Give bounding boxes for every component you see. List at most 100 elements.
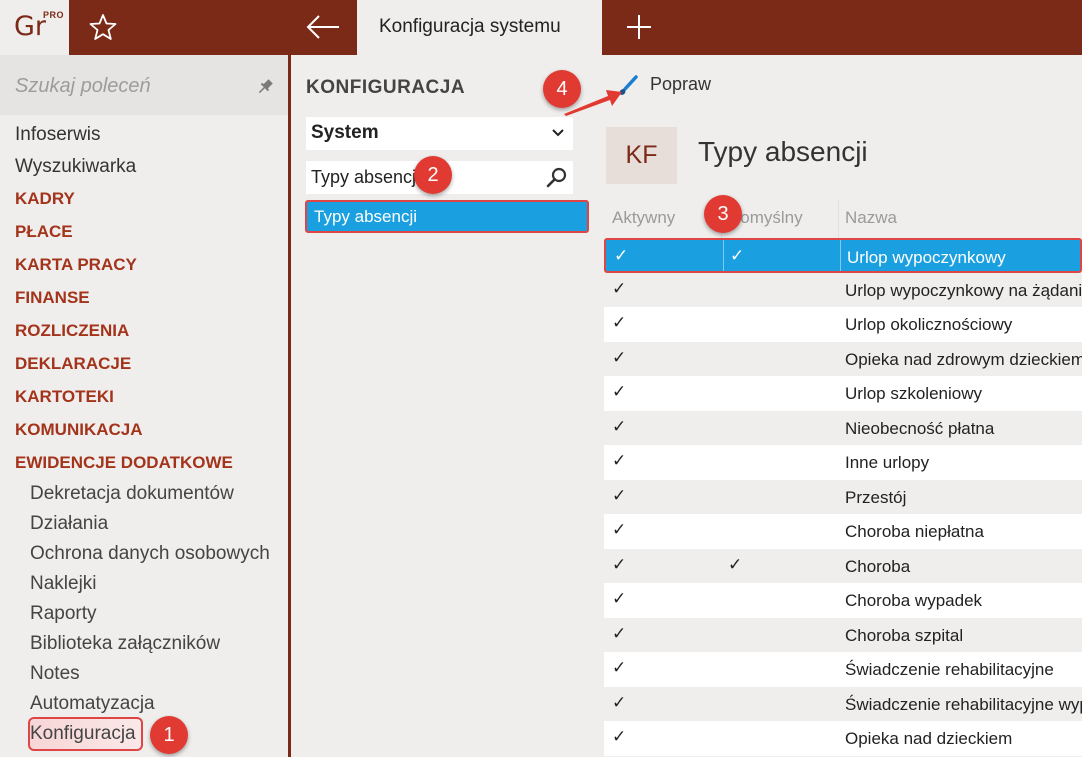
active-check-icon: ✓ xyxy=(612,520,627,539)
absence-types-table: Aktywny Domyślny Nazwa ✓ ✓ Urlop wypoczynk… xyxy=(604,200,1082,757)
row-name: Przestój xyxy=(845,487,907,507)
avatar-initials: KF xyxy=(625,141,658,169)
star-icon[interactable] xyxy=(88,12,118,42)
table-row[interactable]: ✓ Przestój xyxy=(604,479,1082,514)
sidebar-item-biblioteka-zalacznikow[interactable]: Biblioteka załączników xyxy=(30,633,220,655)
default-check-icon: ✓ xyxy=(730,246,745,265)
row-name: Choroba szpital xyxy=(845,625,964,645)
row-name: Opieka nad zdrowym dzieckiem xyxy=(845,349,1082,369)
sidebar-item-raporty[interactable]: Raporty xyxy=(30,603,97,625)
top-bar: Gr PRO Konfiguracja systemu xyxy=(0,0,1082,55)
sidebar-item-dzialania[interactable]: Działania xyxy=(30,513,108,535)
row-name: Urlop szkoleniowy xyxy=(845,384,982,403)
row-name: Świadczenie rehabilitacyjne wypadek xyxy=(845,694,1082,714)
table-row[interactable]: ✓ Choroba wypadek xyxy=(604,583,1082,618)
sidebar-item-dekretacja-dokumentow[interactable]: Dekretacja dokumentów xyxy=(30,483,234,505)
table-row[interactable]: ✓ Świadczenie rehabilitacyjne wypadek xyxy=(604,686,1082,721)
sidebar-section-deklaracje[interactable]: DEKLARACJE xyxy=(15,354,131,374)
chevron-down-icon xyxy=(552,129,564,137)
page-header: KF Typy absencji xyxy=(590,113,1082,195)
table-row[interactable]: ✓ ✓ Choroba xyxy=(604,548,1082,583)
module-dropdown[interactable]: System xyxy=(306,117,573,150)
list-item-label: Typy absencji xyxy=(314,207,417,226)
back-arrow-icon[interactable] xyxy=(304,12,342,42)
content-panel: Popraw KF Typy absencji Aktywny Domyślny… xyxy=(590,55,1082,757)
table-row[interactable]: ✓ Choroba niepłatna xyxy=(604,514,1082,549)
row-name: Urlop wypoczynkowy xyxy=(847,248,1006,267)
table-row[interactable]: ✓ ✓ Urlop wypoczynkowy xyxy=(604,238,1082,273)
active-check-icon: ✓ xyxy=(612,382,627,401)
sidebar-section-ewidencje-dodatkowe[interactable]: EWIDENCJE DODATKOWE xyxy=(15,453,233,473)
row-name: Opieka nad dzieckiem xyxy=(845,729,1013,748)
column-header-nazwa[interactable]: Nazwa xyxy=(845,208,897,228)
row-name: Urlop okolicznościowy xyxy=(845,315,1013,334)
row-name: Świadczenie rehabilitacyjne xyxy=(845,660,1054,679)
tab-title: Konfiguracja systemu xyxy=(379,16,561,37)
sidebar-section-komunikacja[interactable]: KOMUNIKACJA xyxy=(15,420,143,440)
sidebar-section-finanse[interactable]: FINANSE xyxy=(15,288,90,308)
module-dropdown-value: System xyxy=(311,122,379,143)
logo-badge: PRO xyxy=(43,10,65,20)
active-check-icon: ✓ xyxy=(612,692,627,712)
sidebar: Szukaj poleceń Infoserwis Wyszukiwarka K… xyxy=(0,55,288,757)
sidebar-section-kartoteki[interactable]: KARTOTEKI xyxy=(15,387,114,407)
sidebar-item-naklejki[interactable]: Naklejki xyxy=(30,573,97,595)
active-check-icon: ✓ xyxy=(612,313,627,332)
table-row[interactable]: ✓ Urlop wypoczynkowy na żądanie xyxy=(604,272,1082,307)
edit-button[interactable]: Popraw xyxy=(650,74,711,95)
active-check-icon: ✓ xyxy=(612,658,627,677)
row-name: Choroba xyxy=(845,556,911,576)
sidebar-section-place[interactable]: PŁACE xyxy=(15,222,73,242)
filter-input-value[interactable]: Typy absencji xyxy=(311,167,420,188)
table-row[interactable]: ✓ Urlop okolicznościowy xyxy=(604,307,1082,342)
sidebar-section-rozliczenia[interactable]: ROZLICZENIA xyxy=(15,321,129,341)
annotation-arrow-icon xyxy=(564,90,622,116)
toolbar: Popraw xyxy=(590,55,1082,113)
column-header-aktywny[interactable]: Aktywny xyxy=(612,208,675,228)
sidebar-section-karta-pracy[interactable]: KARTA PRACY xyxy=(15,255,137,275)
row-separator xyxy=(723,240,724,271)
active-check-icon: ✓ xyxy=(612,451,627,470)
annotation-badge-1: 1 xyxy=(150,716,188,754)
app-logo[interactable]: Gr PRO xyxy=(0,0,69,55)
panel-title: KONFIGURACJA xyxy=(306,77,466,98)
page-title: Typy absencji xyxy=(698,136,868,167)
active-check-icon: ✓ xyxy=(612,278,627,298)
row-name: Urlop wypoczynkowy na żądanie xyxy=(845,280,1082,300)
active-check-icon: ✓ xyxy=(614,246,629,265)
active-check-icon: ✓ xyxy=(612,554,627,574)
table-row[interactable]: ✓ Opieka nad zdrowym dzieckiem xyxy=(604,341,1082,376)
search-icon[interactable] xyxy=(545,166,569,190)
sidebar-item-infoserwis[interactable]: Infoserwis xyxy=(15,124,101,146)
sidebar-item-automatyzacja[interactable]: Automatyzacja xyxy=(30,693,155,715)
active-check-icon: ✓ xyxy=(612,589,627,608)
table-row[interactable]: ✓ Inne urlopy xyxy=(604,445,1082,480)
tab-konfiguracja-systemu[interactable]: Konfiguracja systemu xyxy=(357,0,602,55)
table-row[interactable]: ✓ Choroba szpital xyxy=(604,617,1082,652)
command-search[interactable]: Szukaj poleceń xyxy=(0,55,288,115)
table-row[interactable]: ✓ Nieobecność płatna xyxy=(604,410,1082,445)
sidebar-item-wyszukiwarka[interactable]: Wyszukiwarka xyxy=(15,156,136,178)
annotation-badge-2: 2 xyxy=(414,156,452,194)
active-check-icon: ✓ xyxy=(612,347,627,367)
sidebar-item-ochrona-danych[interactable]: Ochrona danych osobowych xyxy=(30,543,270,565)
logo-text: Gr xyxy=(14,11,47,42)
plus-icon[interactable] xyxy=(624,12,654,42)
command-search-placeholder[interactable]: Szukaj poleceń xyxy=(15,75,151,98)
column-separator xyxy=(838,200,839,238)
table-row[interactable]: ✓ Urlop szkoleniowy xyxy=(604,376,1082,411)
table-row[interactable]: ✓ Opieka nad dzieckiem xyxy=(604,721,1082,756)
pin-icon[interactable] xyxy=(255,77,275,97)
active-check-icon: ✓ xyxy=(612,485,627,505)
avatar: KF xyxy=(606,127,677,184)
row-name: Nieobecność płatna xyxy=(845,418,995,438)
annotation-badge-3: 3 xyxy=(704,195,742,233)
row-separator xyxy=(840,240,841,271)
active-check-icon: ✓ xyxy=(612,416,627,436)
table-row[interactable]: ✓ Świadczenie rehabilitacyjne xyxy=(604,652,1082,687)
sidebar-item-konfiguracja[interactable]: Konfiguracja xyxy=(30,723,136,745)
default-check-icon: ✓ xyxy=(728,554,743,574)
sidebar-item-notes[interactable]: Notes xyxy=(30,663,80,685)
list-item-typy-absencji[interactable]: Typy absencji xyxy=(305,200,589,233)
sidebar-section-kadry[interactable]: KADRY xyxy=(15,189,75,209)
